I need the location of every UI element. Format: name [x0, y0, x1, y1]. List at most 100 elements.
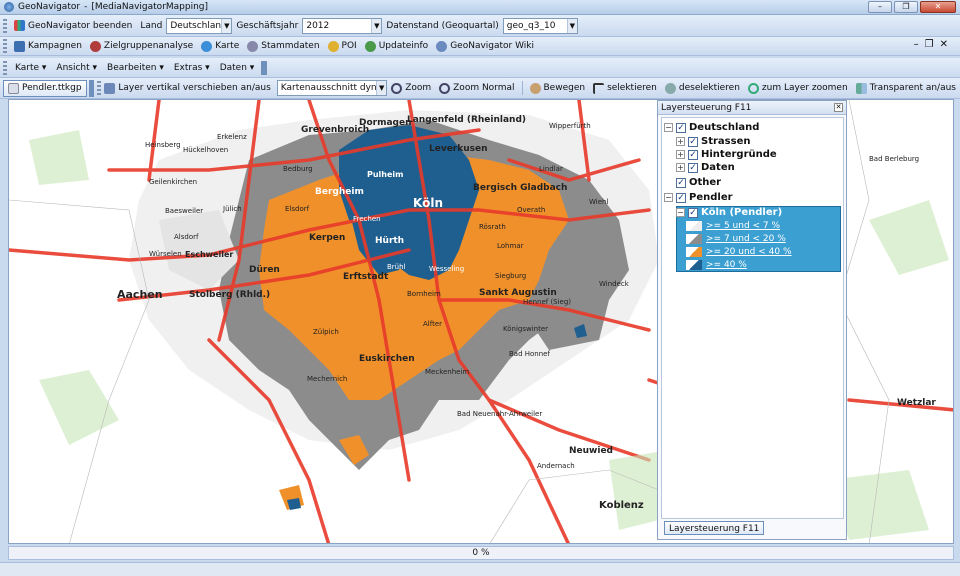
- menu-karte[interactable]: Karte ▾: [15, 63, 46, 73]
- toolbar-grip[interactable]: [97, 81, 102, 95]
- zoom-layer-button[interactable]: zum Layer zoomen: [747, 82, 848, 94]
- land-select[interactable]: Deutschland ▼: [166, 17, 233, 34]
- tree-node-koeln-pendler[interactable]: − ✓ Köln (Pendler): [676, 207, 782, 218]
- menu-extras[interactable]: Extras ▾: [174, 63, 210, 73]
- expand-icon[interactable]: +: [676, 163, 685, 172]
- app-globe-icon: [4, 2, 14, 12]
- document-icon: [8, 82, 19, 94]
- wiki-label: GeoNavigator Wiki: [450, 41, 535, 51]
- legend-item[interactable]: >= 5 und < 7 %: [686, 221, 780, 231]
- checkbox-other[interactable]: ✓: [676, 177, 686, 188]
- datastand-label: Datenstand (Geoquartal): [386, 20, 499, 31]
- city-label: Rösrath: [479, 223, 506, 231]
- app-name: GeoNavigator: [18, 2, 81, 12]
- tree-node-hintergruende[interactable]: + ✓ Hintergründe: [676, 149, 777, 160]
- transparent-button[interactable]: Transparent an/aus: [855, 82, 956, 94]
- city-label: Lindlar: [539, 165, 563, 173]
- city-label: Stolberg (Rhld.): [189, 290, 271, 300]
- checkbox-koeln-pendler[interactable]: ✓: [688, 207, 698, 218]
- cursor-icon: [593, 82, 605, 94]
- chevron-down-icon: ▼: [566, 18, 577, 33]
- city-label: Würselen: [149, 250, 182, 258]
- tree-node-strassen[interactable]: + ✓ Strassen: [676, 136, 750, 147]
- kartenausschnitt-select[interactable]: Kartenausschnitt dynamisch ▼: [276, 80, 388, 96]
- updateinfo-button[interactable]: Updateinfo: [364, 40, 428, 52]
- legend-item[interactable]: >= 7 und < 20 %: [686, 234, 786, 244]
- zielgruppen-button[interactable]: Zielgruppenanalyse: [89, 40, 194, 52]
- city-label: Kerpen: [309, 233, 346, 243]
- city-label: Hennef (Sieg): [523, 298, 572, 306]
- minimize-button[interactable]: –: [868, 1, 892, 13]
- tree-node-pendler[interactable]: − ✓ Pendler: [664, 192, 733, 203]
- checkbox-strassen[interactable]: ✓: [688, 136, 698, 147]
- close-icon[interactable]: ✕: [834, 103, 843, 112]
- city-label: Bad Berleburg: [869, 155, 920, 163]
- move-button[interactable]: Bewegen: [529, 82, 585, 94]
- checkbox-deutschland[interactable]: ✓: [676, 122, 686, 133]
- close-button[interactable]: ✕: [920, 1, 956, 13]
- select-button[interactable]: selektieren: [593, 82, 657, 94]
- legend-item[interactable]: >= 40 %: [686, 260, 747, 270]
- layer-move-button[interactable]: Layer vertikal verschieben an/aus: [104, 82, 271, 94]
- toolbar-overflow[interactable]: [88, 79, 95, 97]
- city-label: Lohmar: [497, 242, 524, 250]
- zoom-normal-button[interactable]: Zoom Normal: [439, 82, 515, 94]
- legend-item[interactable]: >= 20 und < 40 %: [686, 247, 792, 257]
- checkbox-daten[interactable]: ✓: [688, 162, 698, 173]
- collapse-icon[interactable]: −: [676, 208, 685, 217]
- city-label: Meckenheim: [425, 368, 470, 376]
- poi-label: POI: [341, 41, 357, 51]
- checkbox-hintergruende[interactable]: ✓: [688, 149, 698, 160]
- zielgruppen-label: Zielgruppenanalyse: [103, 41, 194, 51]
- poi-button[interactable]: POI: [327, 40, 357, 52]
- datastand-select[interactable]: geo_q3_10 ▼: [502, 17, 578, 34]
- mdi-controls[interactable]: –❐✕: [914, 39, 954, 50]
- tree-node-other[interactable]: ✓ Other: [676, 177, 721, 188]
- collapse-icon[interactable]: −: [664, 123, 673, 132]
- tree-node-daten[interactable]: + ✓ Daten: [676, 162, 735, 173]
- legend-swatch: [686, 260, 702, 270]
- menu-daten[interactable]: Daten ▾: [220, 63, 255, 73]
- expand-icon[interactable]: +: [676, 137, 685, 146]
- menu-ansicht[interactable]: Ansicht ▾: [56, 63, 97, 73]
- city-label: Leverkusen: [429, 144, 488, 154]
- legend-swatch: [686, 221, 702, 231]
- city-label: Wesseling: [429, 265, 465, 273]
- globe-icon: [201, 40, 213, 52]
- checkbox-pendler[interactable]: ✓: [676, 192, 686, 203]
- magnifier-icon: [439, 82, 451, 94]
- master-data-icon: [247, 40, 259, 52]
- legend-label: >= 40 %: [706, 260, 747, 270]
- maximize-button[interactable]: ❐: [894, 1, 918, 13]
- toolbar-grip[interactable]: [3, 18, 7, 33]
- quit-button[interactable]: GeoNavigator beenden: [14, 20, 132, 31]
- tree-node-deutschland[interactable]: − ✓ Deutschland: [664, 122, 759, 133]
- toolbar-overflow[interactable]: [261, 60, 268, 75]
- layer-panel-tab[interactable]: Layersteuerung F11: [664, 521, 765, 535]
- quit-label: GeoNavigator beenden: [28, 20, 133, 31]
- year-select[interactable]: 2012 ▼: [302, 17, 383, 34]
- zoom-button[interactable]: Zoom: [391, 82, 431, 94]
- kampagnen-button[interactable]: Kampagnen: [14, 40, 82, 52]
- city-label: Heinsberg: [145, 141, 181, 149]
- city-label: Wipperfürth: [549, 122, 591, 130]
- collapse-icon[interactable]: −: [664, 193, 673, 202]
- stammdaten-button[interactable]: Stammdaten: [247, 40, 320, 52]
- wiki-button[interactable]: GeoNavigator Wiki: [436, 40, 535, 52]
- city-label: Mechernich: [307, 375, 348, 383]
- deselect-label: deselektieren: [678, 83, 740, 93]
- deselect-button[interactable]: deselektieren: [664, 82, 740, 94]
- people-icon: [89, 40, 101, 52]
- city-label: Alsdorf: [174, 233, 199, 241]
- city-label: Wetzlar: [897, 398, 936, 408]
- document-tab-pendler[interactable]: Pendler.ttkgp: [3, 79, 87, 97]
- expand-icon[interactable]: +: [676, 150, 685, 159]
- menu-bar: Karte ▾ Ansicht ▾ Bearbeiten ▾ Extras ▾ …: [0, 58, 960, 78]
- karte-button[interactable]: Karte: [201, 40, 239, 52]
- toolbar-grip[interactable]: [3, 60, 7, 75]
- layer-panel-header: Layersteuerung F11 ✕: [658, 101, 846, 115]
- poi-icon: [327, 40, 339, 52]
- menu-bearbeiten[interactable]: Bearbeiten ▾: [107, 63, 164, 73]
- toolbar-grip[interactable]: [3, 39, 7, 53]
- city-label: Jülich: [223, 205, 242, 213]
